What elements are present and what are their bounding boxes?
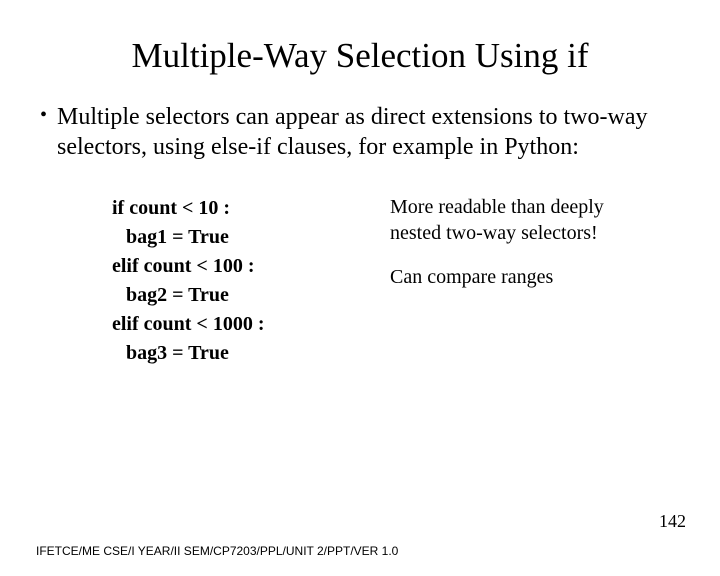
code-block: if count < 10 : bag1 = True elif count <… (112, 194, 372, 368)
code-line: if count < 10 : (112, 194, 372, 223)
bullet-item: • Multiple selectors can appear as direc… (40, 102, 688, 162)
content-columns: if count < 10 : bag1 = True elif count <… (0, 194, 720, 368)
code-line: elif count < 100 : (112, 252, 372, 281)
bullet-text: Multiple selectors can appear as direct … (57, 102, 688, 162)
page-number: 142 (659, 511, 686, 532)
note-line: nested two-way selectors! (390, 220, 604, 246)
note-line: More readable than deeply (390, 194, 604, 220)
code-line: elif count < 1000 : (112, 310, 372, 339)
note-line: Can compare ranges (390, 264, 604, 290)
code-line: bag1 = True (112, 223, 372, 252)
slide-title: Multiple-Way Selection Using if (0, 36, 720, 76)
footer-text: IFETCE/ME CSE/I YEAR/II SEM/CP7203/PPL/U… (36, 544, 398, 558)
notes-block: More readable than deeply nested two-way… (390, 194, 604, 368)
bullet-marker: • (40, 102, 47, 162)
code-line: bag2 = True (112, 281, 372, 310)
code-line: bag3 = True (112, 339, 372, 368)
